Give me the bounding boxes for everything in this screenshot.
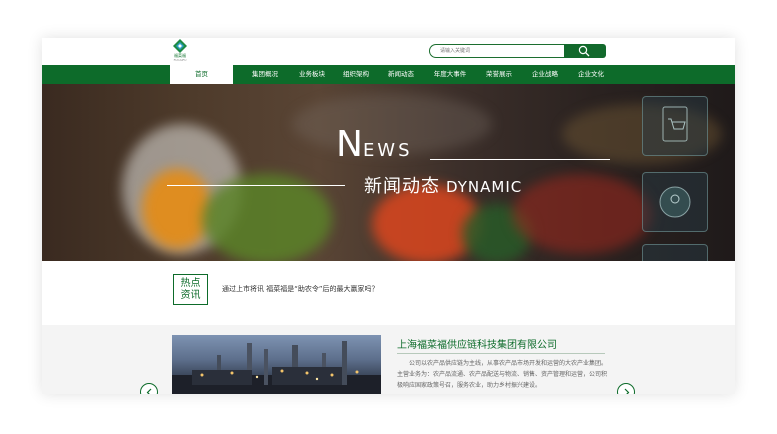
company-description-text: 公司以农产品供应链为主线，从事农产品市场开发和运营的大农产业集团。主营业务为：农… — [397, 360, 608, 389]
banner-bg-pepper — [142, 169, 212, 249]
search-bar — [429, 44, 606, 58]
nav-item-home[interactable]: 首页 — [170, 65, 233, 84]
banner-title: NEWS — [336, 127, 413, 167]
company-description: 公司以农产品供应链为主线，从事农产品市场开发和运营的大农产业集团。主营业务为：农… — [397, 358, 607, 391]
search-input[interactable] — [429, 44, 572, 58]
nav-item-organization[interactable]: 组织架构 — [334, 65, 378, 84]
hot-news-bar: 热点 资讯 通过上市将讯 福菜福是“助农令”后的最大赢家吗？ — [42, 261, 735, 325]
location-hologram-icon — [642, 172, 708, 232]
hot-news-badge: 热点 资讯 — [173, 274, 208, 305]
hot-badge-line2: 资讯 — [180, 290, 201, 301]
company-photo[interactable] — [172, 335, 381, 394]
chevron-right-icon — [624, 388, 630, 394]
banner-rule-right — [430, 159, 610, 160]
main-nav: 首页 集团概况 业务板块 组织架构 新闻动态 年度大事件 荣誉展示 企业战略 企… — [42, 65, 735, 84]
header: 福菜福 FUCAIFU — [42, 38, 735, 65]
banner-subtitle-cn: 新闻动态 — [364, 176, 440, 197]
nav-item-strategy[interactable]: 企业战略 — [522, 65, 568, 84]
search-icon — [578, 45, 590, 57]
nav-item-annual-events[interactable]: 年度大事件 — [424, 65, 476, 84]
search-button[interactable] — [564, 44, 606, 58]
page: 福菜福 FUCAIFU 首页 集团概况 业务板块 组织架构 新闻动态 年度大事件… — [42, 38, 735, 394]
chevron-left-icon — [146, 388, 152, 394]
industrial-plant-image — [172, 341, 381, 394]
hot-badge-line1: 热点 — [180, 278, 201, 289]
banner-title-rest: EWS — [362, 140, 413, 161]
nav-item-news[interactable]: 新闻动态 — [378, 65, 424, 84]
hologram-icon — [642, 244, 708, 261]
nav-item-culture[interactable]: 企业文化 — [568, 65, 614, 84]
prev-button[interactable] — [140, 383, 158, 394]
company-divider — [397, 353, 605, 354]
logo-mark-icon — [173, 39, 187, 53]
banner-title-initial: N — [336, 124, 363, 165]
banner: NEWS 新闻动态 DYNAMIC — [42, 84, 735, 261]
banner-bg-greens — [202, 174, 332, 261]
banner-subtitle: 新闻动态 DYNAMIC — [364, 172, 522, 198]
nav-item-group-overview[interactable]: 集团概况 — [240, 65, 290, 84]
shopping-cart-hologram-icon — [642, 96, 708, 156]
next-button[interactable] — [617, 383, 635, 394]
hot-news-headline[interactable]: 通过上市将讯 福菜福是“助农令”后的最大赢家吗？ — [222, 284, 378, 294]
logo-subtitle: FUCAIFU — [173, 58, 187, 62]
nav-item-business[interactable]: 业务板块 — [290, 65, 334, 84]
logo[interactable]: 福菜福 FUCAIFU — [170, 39, 190, 63]
company-section: 上海福菜福供应链科技集团有限公司 公司以农产品供应链为主线，从事农产品市场开发和… — [42, 325, 735, 394]
banner-rule-left — [167, 185, 345, 186]
banner-bg-right-produce — [512, 174, 652, 254]
company-name[interactable]: 上海福菜福供应链科技集团有限公司 — [397, 336, 557, 351]
banner-subtitle-en: DYNAMIC — [446, 178, 523, 196]
nav-item-honors[interactable]: 荣誉展示 — [476, 65, 522, 84]
